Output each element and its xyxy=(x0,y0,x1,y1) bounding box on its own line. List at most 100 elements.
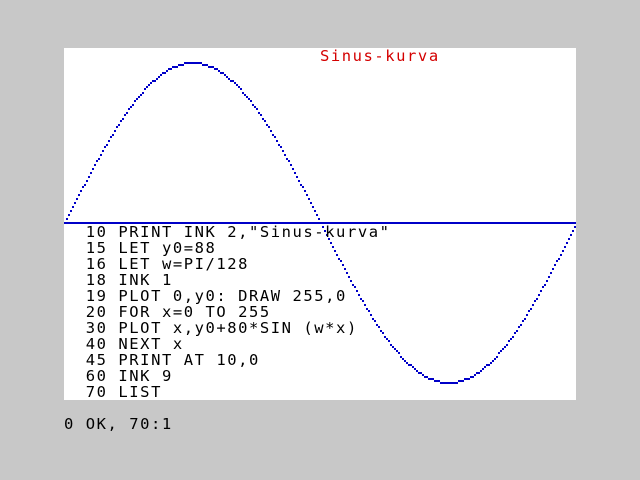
sine-point xyxy=(398,352,400,354)
sine-point xyxy=(194,62,196,64)
sine-point xyxy=(124,114,126,116)
sine-point xyxy=(176,66,178,68)
sine-point xyxy=(400,356,402,358)
sine-point xyxy=(462,380,464,382)
sine-point xyxy=(130,106,132,108)
sine-point xyxy=(518,326,520,328)
sine-point xyxy=(310,202,312,204)
sine-point xyxy=(528,310,530,312)
sine-point xyxy=(502,348,504,350)
sine-point xyxy=(498,352,500,354)
sine-point xyxy=(72,206,74,208)
sine-point xyxy=(572,230,574,232)
sine-point xyxy=(566,242,568,244)
sine-point xyxy=(134,100,136,102)
sine-point xyxy=(170,68,172,70)
sine-point xyxy=(74,202,76,204)
sine-point xyxy=(520,324,522,326)
sine-point xyxy=(438,380,440,382)
sine-point xyxy=(434,380,436,382)
sine-point xyxy=(284,154,286,156)
sine-point xyxy=(110,136,112,138)
sine-point xyxy=(82,186,84,188)
sine-point xyxy=(202,64,204,66)
sine-point xyxy=(78,194,80,196)
sine-point xyxy=(122,118,124,120)
sine-point xyxy=(466,378,468,380)
sine-point xyxy=(108,140,110,142)
sine-point xyxy=(150,82,152,84)
sine-point xyxy=(212,66,214,68)
sine-point xyxy=(264,120,266,122)
sine-point xyxy=(538,294,540,296)
sine-point xyxy=(492,360,494,362)
sine-point xyxy=(416,370,418,372)
sine-point xyxy=(512,336,514,338)
sine-point xyxy=(164,72,166,74)
sine-point xyxy=(422,374,424,376)
sine-point xyxy=(282,150,284,152)
sine-point xyxy=(548,276,550,278)
program-line-40: 40 NEXT x xyxy=(64,336,390,352)
sine-point xyxy=(218,70,220,72)
sine-point xyxy=(486,364,488,366)
sine-point xyxy=(86,180,88,182)
sine-point xyxy=(102,150,104,152)
sine-point xyxy=(96,160,98,162)
sine-point xyxy=(200,62,202,64)
sine-point xyxy=(106,144,108,146)
sine-point xyxy=(114,130,116,132)
sine-point xyxy=(214,68,216,70)
sine-point xyxy=(452,382,454,384)
sine-point xyxy=(412,366,414,368)
sine-point xyxy=(478,372,480,374)
sine-point xyxy=(550,272,552,274)
line-code: LIST xyxy=(118,383,162,400)
sine-point xyxy=(230,80,232,82)
sine-point xyxy=(552,268,554,270)
sine-point xyxy=(160,74,162,76)
program-line-60: 60 INK 9 xyxy=(64,368,390,384)
sine-point xyxy=(152,80,154,82)
sine-point xyxy=(536,298,538,300)
sine-point xyxy=(294,172,296,174)
sine-point xyxy=(128,108,130,110)
sine-point xyxy=(456,382,458,384)
sine-point xyxy=(470,376,472,378)
sine-point xyxy=(90,172,92,174)
sine-point xyxy=(308,198,310,200)
sine-point xyxy=(428,378,430,380)
sine-point xyxy=(504,346,506,348)
sine-point xyxy=(300,184,302,186)
sine-point xyxy=(420,372,422,374)
sine-point xyxy=(524,318,526,320)
sine-point xyxy=(488,364,490,366)
program-line-19: 19 PLOT 0,y0: DRAW 255,0 xyxy=(64,288,390,304)
sine-point xyxy=(532,304,534,306)
sine-point xyxy=(266,124,268,126)
sine-point xyxy=(436,380,438,382)
sine-point xyxy=(76,198,78,200)
sine-point xyxy=(542,286,544,288)
sine-point xyxy=(484,366,486,368)
sine-point xyxy=(88,176,90,178)
sine-point xyxy=(182,64,184,66)
sine-point xyxy=(560,254,562,256)
sine-point xyxy=(424,376,426,378)
sine-point xyxy=(534,300,536,302)
sine-point xyxy=(168,68,170,70)
sine-point xyxy=(296,176,298,178)
sine-point xyxy=(178,64,180,66)
sine-point xyxy=(84,184,86,186)
sine-point xyxy=(252,104,254,106)
sine-point xyxy=(118,124,120,126)
sine-point xyxy=(174,66,176,68)
sine-point xyxy=(154,80,156,82)
sine-point xyxy=(268,126,270,128)
sine-point xyxy=(158,76,160,78)
sine-point xyxy=(144,88,146,90)
spectrum-screen: Sinus-kurva 10 PRINT INK 2,"Sinus-kurva"… xyxy=(64,48,576,400)
sine-point xyxy=(192,62,194,64)
sine-point xyxy=(558,258,560,260)
sine-point xyxy=(186,62,188,64)
